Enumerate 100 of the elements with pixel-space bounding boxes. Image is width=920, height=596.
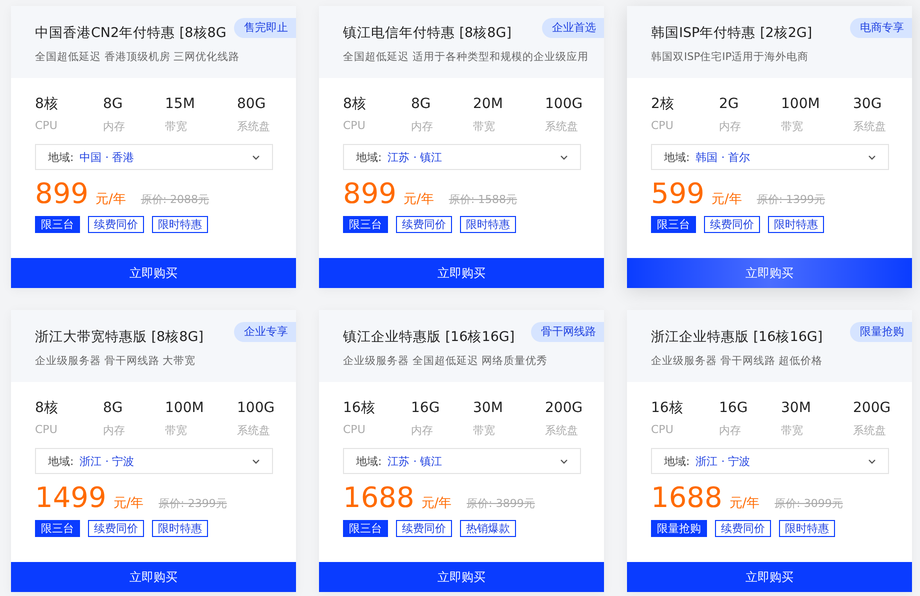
spec-label: CPU xyxy=(651,423,674,436)
price: 599 xyxy=(651,178,704,210)
promo-tag: 限三台 xyxy=(651,216,696,233)
price-unit: 元/年 xyxy=(421,495,452,512)
original-price: 原价: 3099元 xyxy=(774,496,843,511)
promo-tag: 热销爆款 xyxy=(460,520,516,537)
card-title: 浙江企业特惠版 [16核16G] xyxy=(651,328,823,347)
spec-value: 8核 xyxy=(35,95,59,113)
region-value: 韩国 · 首尔 xyxy=(696,150,752,164)
promo-tag: 限三台 xyxy=(343,216,388,233)
spec-value: 16核 xyxy=(343,399,376,417)
original-price: 原价: 2399元 xyxy=(158,496,227,511)
spec-value: 8核 xyxy=(35,399,59,417)
buy-button[interactable]: 立即购买 xyxy=(11,562,296,592)
spec-label: 系统盘 xyxy=(545,119,579,134)
region-select[interactable]: 地域: 江苏 · 镇江 xyxy=(343,448,581,474)
buy-button[interactable]: 立即购买 xyxy=(11,258,296,288)
spec-label: 系统盘 xyxy=(853,119,887,134)
spec-label: CPU xyxy=(35,423,58,436)
spec-value: 8G xyxy=(103,95,124,113)
promo-badge: 企业专享 xyxy=(234,322,296,342)
buy-button[interactable]: 立即购买 xyxy=(627,562,912,592)
chevron-down-icon xyxy=(560,458,568,464)
promo-badge: 骨干网线路 xyxy=(531,322,604,342)
card-title: 韩国ISP年付特惠 [2核2G] xyxy=(651,24,812,43)
card-subtitle: 企业级服务器 骨干网线路 超低价格 xyxy=(651,354,823,368)
spec-value: 200G xyxy=(545,399,583,417)
buy-button[interactable]: 立即购买 xyxy=(627,258,912,288)
price-unit: 元/年 xyxy=(729,495,760,512)
region-label: 地域: xyxy=(48,454,74,468)
region-value: 江苏 · 镇江 xyxy=(388,150,444,164)
card-subtitle: 全国超低延迟 香港顶级机房 三网优化线路 xyxy=(35,50,240,64)
region-value: 中国 · 香港 xyxy=(80,150,136,164)
promo-tag: 续费同价 xyxy=(88,216,144,233)
promo-badge: 电商专享 xyxy=(850,18,912,38)
card-subtitle: 韩国双ISP住宅IP适用于海外电商 xyxy=(651,50,809,64)
spec-label: 内存 xyxy=(719,423,742,438)
spec-label: 内存 xyxy=(103,423,126,438)
chevron-down-icon xyxy=(868,154,876,160)
spec-value: 20M xyxy=(473,95,504,113)
promo-tag: 续费同价 xyxy=(396,216,452,233)
region-select[interactable]: 地域: 中国 · 香港 xyxy=(35,144,273,170)
promo-tag: 续费同价 xyxy=(704,216,760,233)
price: 899 xyxy=(343,178,396,210)
spec-value: 2G xyxy=(719,95,740,113)
promo-badge: 售完即止 xyxy=(234,18,296,38)
spec-label: 内存 xyxy=(719,119,742,134)
price-unit: 元/年 xyxy=(403,191,434,208)
spec-label: CPU xyxy=(35,119,58,132)
card-subtitle: 全国超低延迟 适用于各种类型和规模的企业级应用 xyxy=(343,50,588,64)
card-subtitle: 企业级服务器 骨干网线路 大带宽 xyxy=(35,354,196,368)
original-price: 原价: 2088元 xyxy=(140,192,210,207)
buy-button[interactable]: 立即购买 xyxy=(319,258,604,288)
region-label: 地域: xyxy=(356,150,382,164)
promo-tag: 限时特惠 xyxy=(460,216,516,233)
promo-tag: 续费同价 xyxy=(715,520,771,537)
spec-value: 100M xyxy=(165,399,205,417)
spec-value: 30G xyxy=(853,95,883,113)
spec-label: 系统盘 xyxy=(237,423,271,438)
spec-value: 100G xyxy=(545,95,583,113)
spec-label: CPU xyxy=(343,423,366,436)
promo-tag: 限三台 xyxy=(35,216,80,233)
spec-value: 15M xyxy=(165,95,196,113)
spec-value: 30M xyxy=(781,399,812,417)
spec-value: 8G xyxy=(103,399,124,417)
region-select[interactable]: 地域: 韩国 · 首尔 xyxy=(651,144,889,170)
spec-label: 带宽 xyxy=(473,119,496,134)
buy-button[interactable]: 立即购买 xyxy=(319,562,604,592)
region-select[interactable]: 地域: 浙江 · 宁波 xyxy=(651,448,889,474)
spec-label: 内存 xyxy=(103,119,126,134)
original-price: 原价: 1399元 xyxy=(756,192,826,207)
spec-value: 8核 xyxy=(343,95,367,113)
price: 1499 xyxy=(35,482,106,514)
spec-value: 16G xyxy=(411,399,441,417)
promo-tag: 限时特惠 xyxy=(768,216,824,233)
promo-tag: 限时特惠 xyxy=(152,216,208,233)
region-label: 地域: xyxy=(664,454,690,468)
region-select[interactable]: 地域: 浙江 · 宁波 xyxy=(35,448,273,474)
price-unit: 元/年 xyxy=(113,495,144,512)
spec-label: 系统盘 xyxy=(853,423,887,438)
spec-label: 带宽 xyxy=(781,119,804,134)
spec-label: 带宽 xyxy=(473,423,496,438)
spec-value: 200G xyxy=(853,399,891,417)
spec-value: 2核 xyxy=(651,95,675,113)
card-title: 镇江企业特惠版 [16核16G] xyxy=(343,328,515,347)
spec-label: 内存 xyxy=(411,423,434,438)
price: 1688 xyxy=(343,482,414,514)
price-unit: 元/年 xyxy=(711,191,742,208)
spec-label: CPU xyxy=(651,119,674,132)
spec-value: 16核 xyxy=(651,399,684,417)
region-select[interactable]: 地域: 江苏 · 镇江 xyxy=(343,144,581,170)
original-price: 原价: 3899元 xyxy=(466,496,535,511)
region-value: 江苏 · 镇江 xyxy=(388,454,444,468)
spec-label: 内存 xyxy=(411,119,434,134)
spec-value: 30M xyxy=(473,399,504,417)
chevron-down-icon xyxy=(868,458,876,464)
region-value: 浙江 · 宁波 xyxy=(696,454,752,468)
promo-tag: 续费同价 xyxy=(88,520,144,537)
spec-value: 100M xyxy=(781,95,821,113)
original-price: 原价: 1588元 xyxy=(448,192,518,207)
